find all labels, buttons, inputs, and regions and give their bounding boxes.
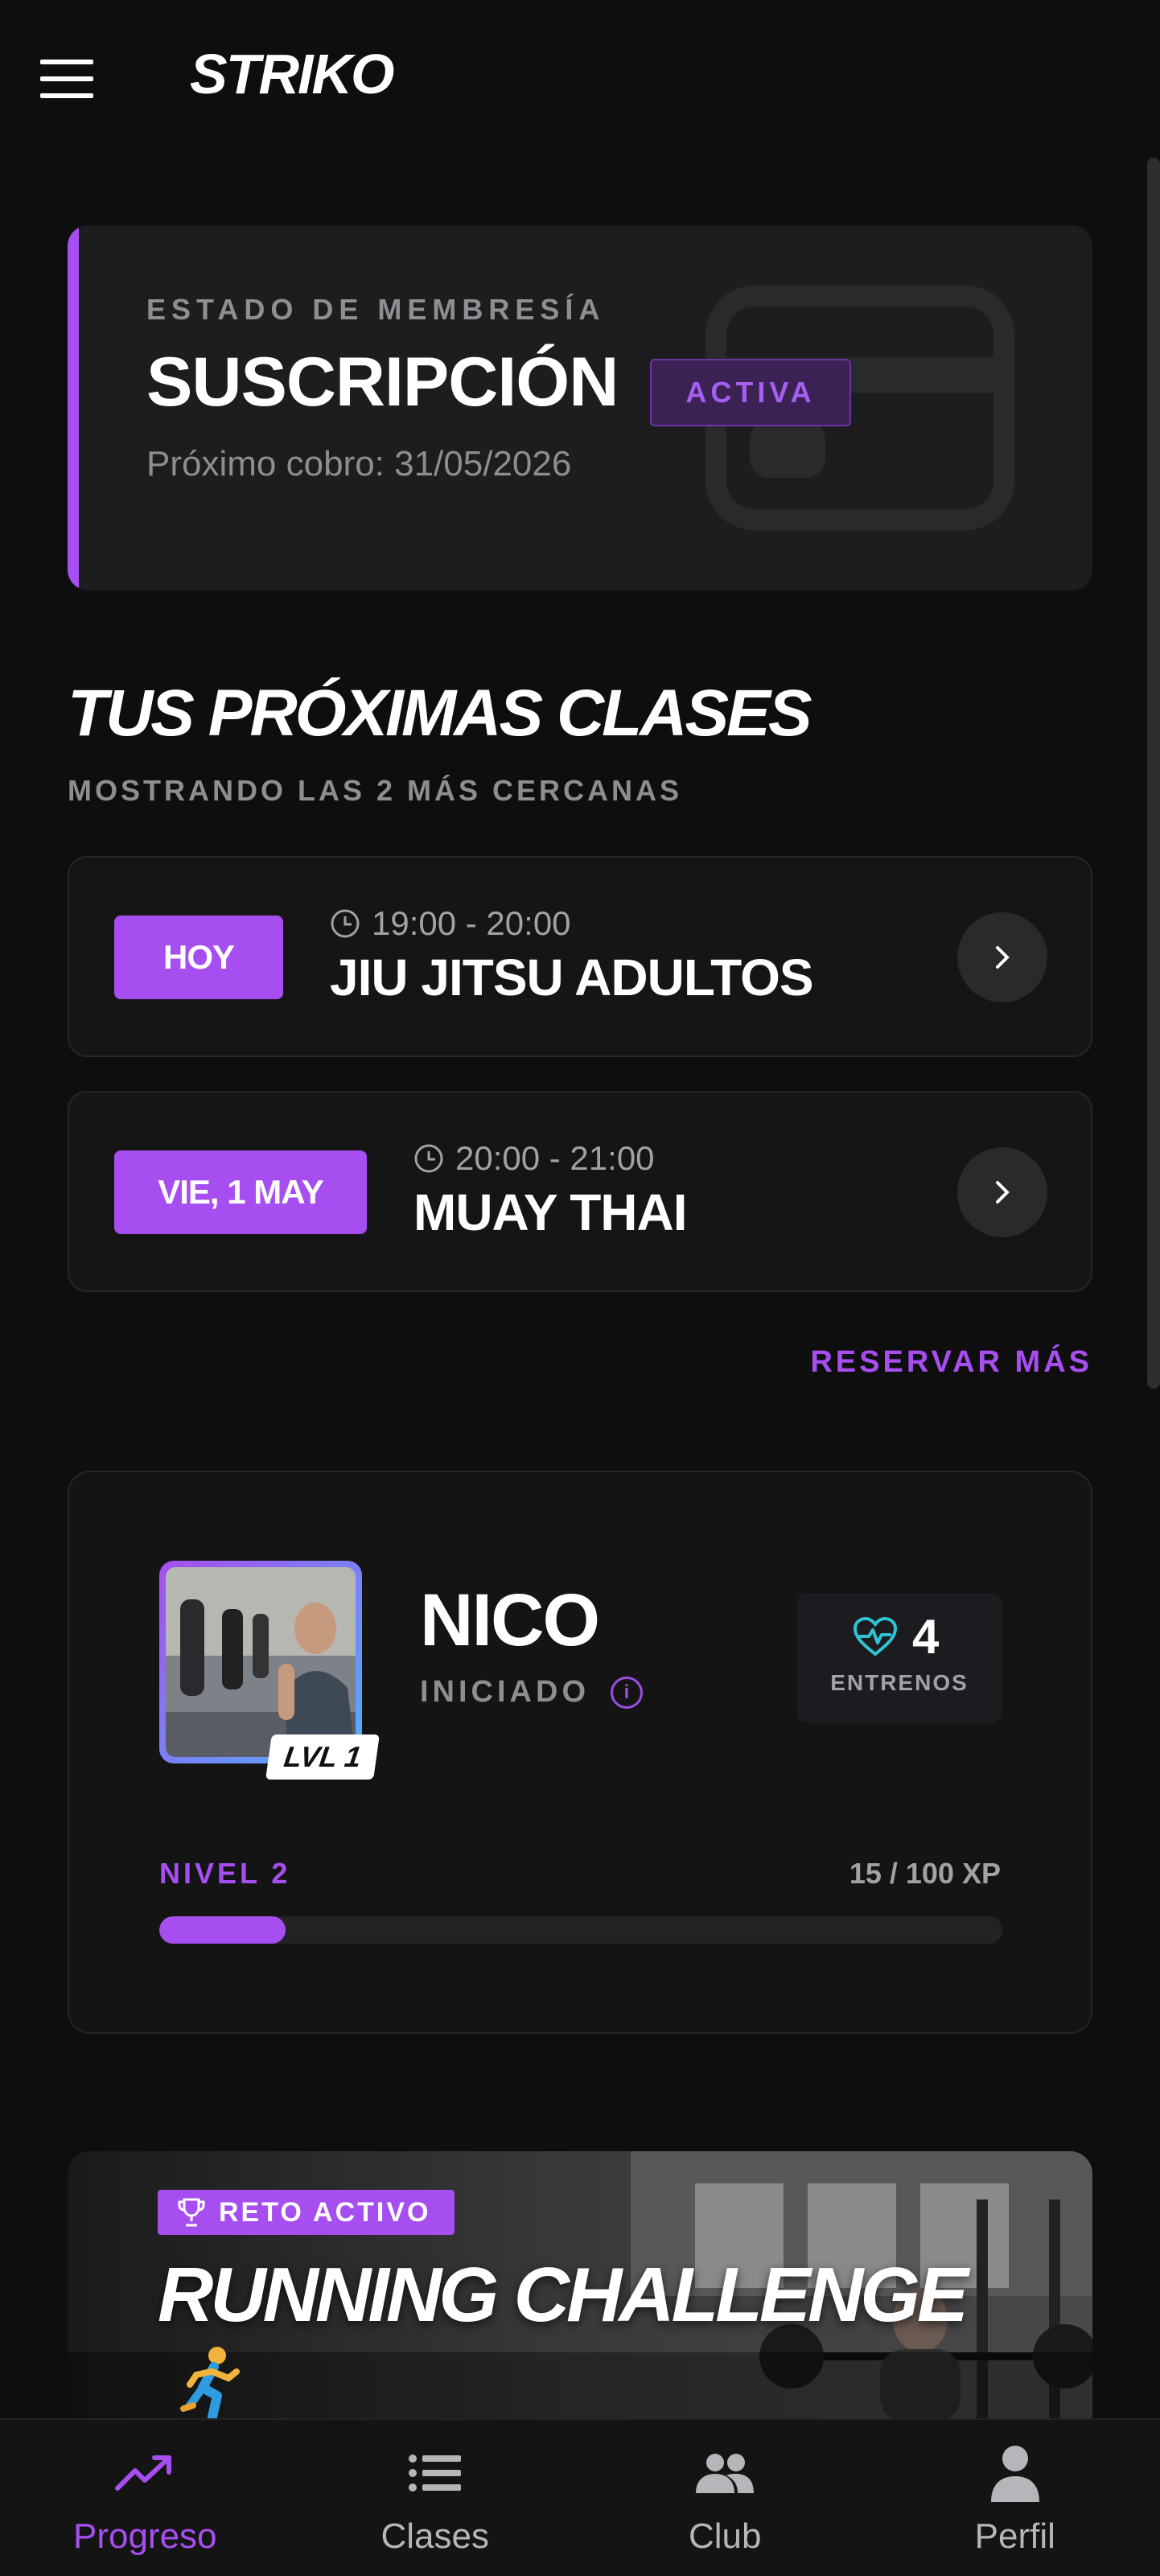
active-challenge-label: RETO ACTIVO [219, 2196, 431, 2228]
challenge-title: RUNNING CHALLENGE [158, 2252, 969, 2338]
trainings-count: 4 [912, 1610, 940, 1664]
xp-text: 15 / 100 XP [849, 1857, 1001, 1890]
app-logo: STRIKO [190, 43, 394, 105]
profile-card: LVL 1 NICO INICIADO i 4 ENTRENOS NIVEL 2… [68, 1471, 1092, 2034]
class-name: MUAY THAI [413, 1183, 687, 1241]
trainings-stat: 4 ENTRENOS [796, 1593, 1002, 1723]
membership-title: SUSCRIPCIÓN [146, 344, 619, 421]
class-day-badge: HOY [114, 916, 283, 999]
chevron-right-icon [996, 1181, 1010, 1204]
list-icon [408, 2455, 461, 2492]
next-charge-text: Próximo cobro: 31/05/2026 [146, 444, 572, 484]
profile-rank-label: INICIADO [420, 1675, 590, 1709]
profile-rank: INICIADO i [420, 1675, 643, 1710]
info-icon[interactable]: i [611, 1676, 643, 1709]
group-icon [696, 2454, 755, 2493]
class-time-label: 20:00 - 21:00 [455, 1139, 655, 1177]
challenge-banner[interactable]: RETO ACTIVO RUNNING CHALLENGE [68, 2151, 1092, 2422]
tab-clases-label: Clases [380, 2516, 490, 2556]
tab-perfil[interactable]: Perfil [870, 2420, 1160, 2576]
membership-accent-bar [68, 225, 79, 591]
tab-club[interactable]: Club [580, 2420, 870, 2576]
xp-progress-fill [159, 1916, 286, 1944]
bottom-tab-bar: Progreso Clases Club Perfil [0, 2418, 1160, 2576]
tab-clases[interactable]: Clases [290, 2420, 581, 2576]
avatar-photo [166, 1567, 356, 1757]
avatar[interactable] [159, 1561, 362, 1763]
class-name: JIU JITSU ADULTOS [330, 949, 814, 1006]
tab-club-label: Club [689, 2516, 762, 2556]
trophy-icon [178, 2198, 205, 2227]
tab-progreso[interactable]: Progreso [0, 2420, 290, 2576]
book-more-link[interactable]: RESERVAR MÁS [810, 1345, 1092, 1380]
trending-up-icon [115, 2455, 172, 2491]
clock-icon [414, 1144, 443, 1173]
class-day-badge: VIE, 1 MAY [114, 1150, 367, 1234]
class-time-label: 19:00 - 20:00 [372, 904, 571, 942]
membership-status-badge: ACTIVA [650, 359, 851, 426]
chevron-right-icon [996, 946, 1010, 969]
upcoming-classes-subtitle: MOSTRANDO LAS 2 MÁS CERCANAS [68, 774, 683, 807]
trainings-label: ENTRENOS [830, 1670, 969, 1695]
class-detail-button[interactable] [957, 912, 1047, 1002]
membership-kicker: ESTADO DE MEMBRESÍA [146, 293, 606, 326]
next-level-label: NIVEL 2 [159, 1857, 291, 1890]
scrollbar[interactable] [1147, 158, 1160, 1389]
class-time: 20:00 - 21:00 [413, 1139, 655, 1178]
class-card[interactable]: HOY 19:00 - 20:00 JIU JITSU ADULTOS [68, 856, 1092, 1057]
upcoming-classes-title: TUS PRÓXIMAS CLASES [68, 677, 812, 750]
clock-icon [331, 909, 360, 938]
active-challenge-badge: RETO ACTIVO [158, 2190, 455, 2235]
person-icon [990, 2446, 1039, 2502]
tab-perfil-label: Perfil [974, 2516, 1055, 2556]
class-time: 19:00 - 20:00 [330, 904, 571, 943]
app-header [0, 0, 1160, 153]
tab-progreso-label: Progreso [72, 2516, 217, 2556]
membership-card: ESTADO DE MEMBRESÍA SUSCRIPCIÓN ACTIVA P… [68, 225, 1092, 591]
hamburger-menu-icon[interactable] [40, 60, 93, 98]
runner-icon [180, 2347, 240, 2422]
class-card[interactable]: VIE, 1 MAY 20:00 - 21:00 MUAY THAI [68, 1091, 1092, 1292]
level-badge: LVL 1 [265, 1734, 380, 1780]
heart-pulse-icon [853, 1617, 898, 1656]
class-detail-button[interactable] [957, 1147, 1047, 1237]
profile-name: NICO [420, 1579, 600, 1661]
xp-progress-bar [159, 1916, 1002, 1944]
